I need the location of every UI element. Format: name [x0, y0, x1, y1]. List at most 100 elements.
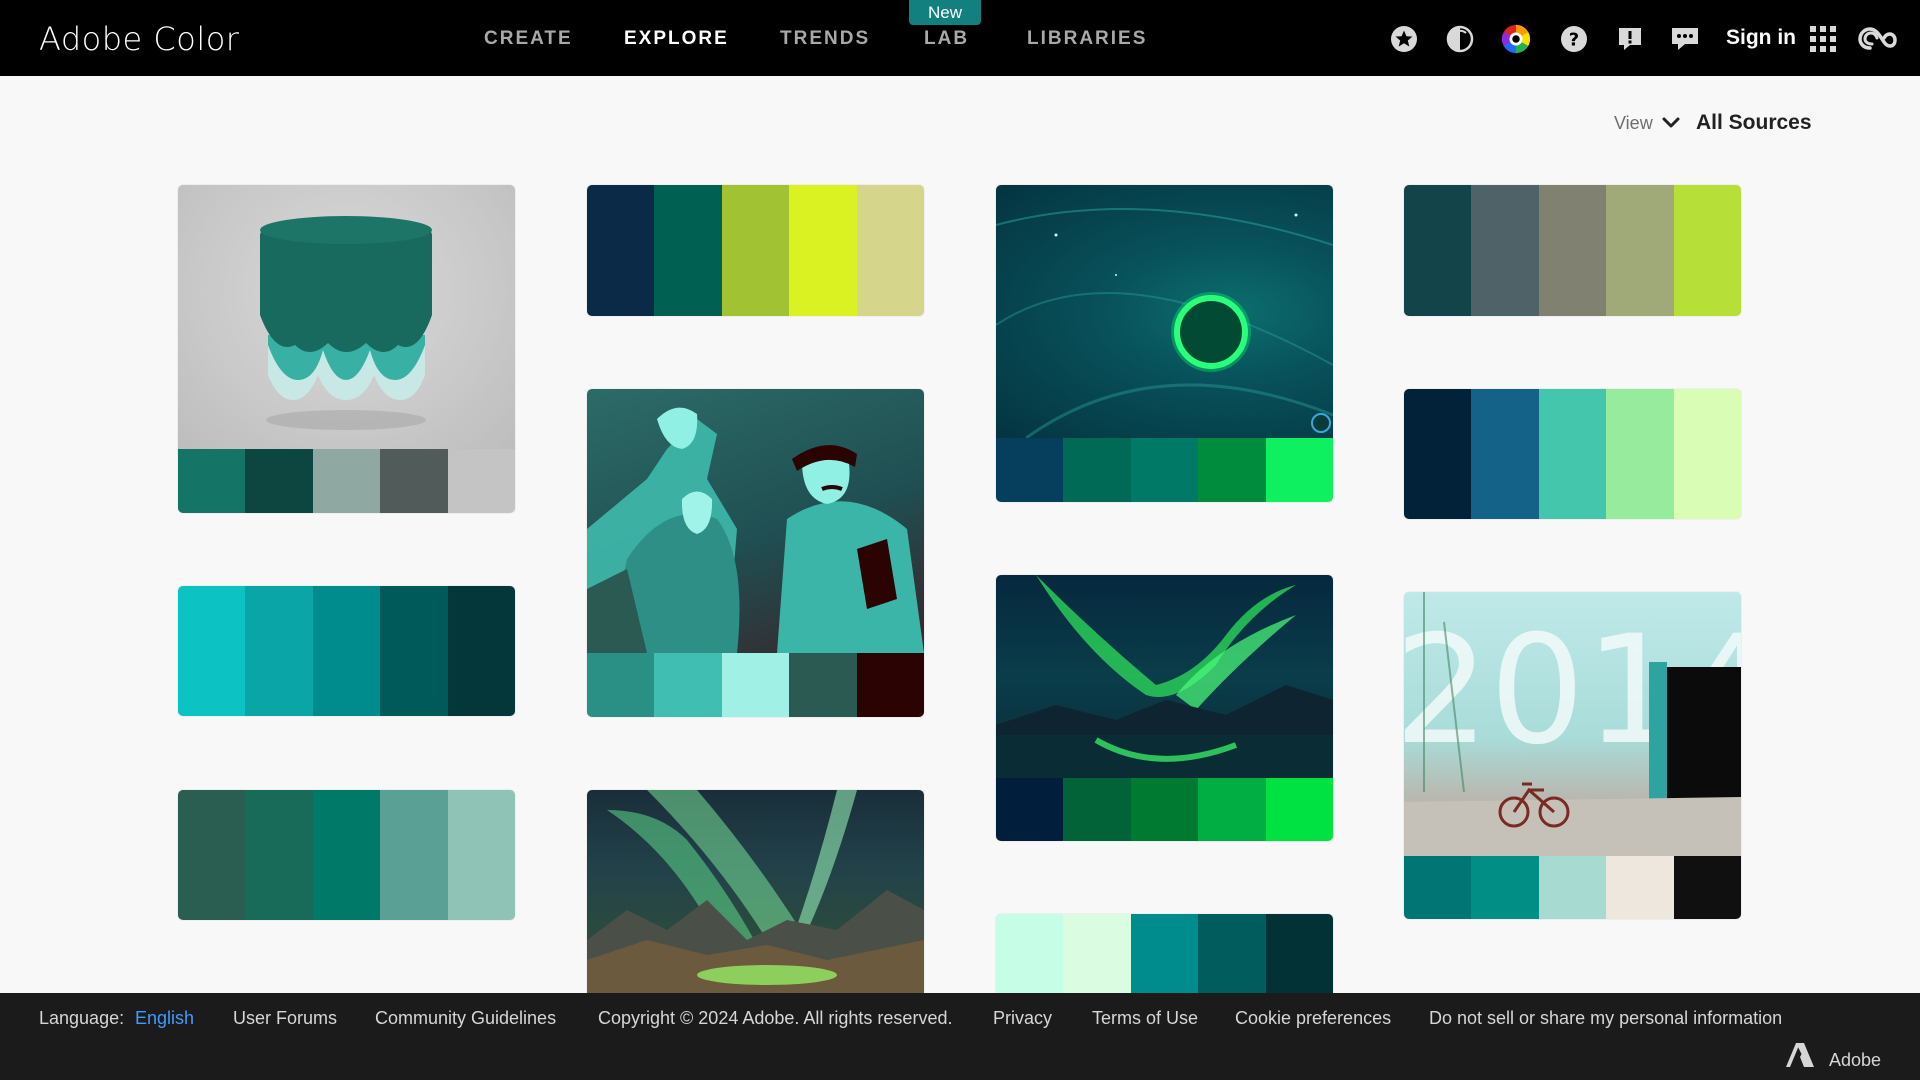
color-swatch[interactable]: [447, 586, 515, 716]
color-swatch[interactable]: [1404, 389, 1472, 519]
color-swatch[interactable]: [245, 790, 313, 920]
palette-card[interactable]: [996, 185, 1333, 502]
palette-card[interactable]: [1404, 389, 1741, 519]
color-swatch[interactable]: [996, 914, 1064, 993]
footer-link-user-forums[interactable]: User Forums: [233, 1008, 337, 1029]
color-swatch[interactable]: [1673, 185, 1741, 316]
color-swatch[interactable]: [178, 449, 246, 513]
color-wheel-icon[interactable]: [1501, 24, 1531, 54]
color-swatch[interactable]: [1471, 389, 1539, 519]
palette-card[interactable]: [996, 914, 1333, 993]
color-swatch[interactable]: [856, 653, 924, 717]
color-swatch[interactable]: [856, 185, 924, 316]
color-swatch[interactable]: [312, 790, 381, 920]
app-switcher-grid-icon[interactable]: [1808, 24, 1838, 54]
color-swatch[interactable]: [1265, 778, 1333, 841]
footer-link-do-not-sell[interactable]: Do not sell or share my personal informa…: [1429, 1008, 1782, 1029]
color-swatch[interactable]: [1471, 185, 1539, 316]
footer-link-cookie-preferences[interactable]: Cookie preferences: [1235, 1008, 1391, 1029]
color-swatch[interactable]: [996, 778, 1064, 841]
report-icon[interactable]: [1615, 24, 1645, 54]
color-swatch[interactable]: [587, 185, 655, 316]
sources-dropdown[interactable]: All Sources: [1696, 111, 1812, 135]
color-swatch[interactable]: [1198, 438, 1266, 502]
chevron-down-icon[interactable]: [1660, 112, 1682, 134]
color-swatch[interactable]: [1063, 778, 1131, 841]
color-swatch[interactable]: [1404, 856, 1472, 919]
color-swatch[interactable]: [1265, 438, 1333, 502]
palette-card[interactable]: [587, 790, 924, 993]
footer-link-privacy[interactable]: Privacy: [993, 1008, 1052, 1029]
color-swatch[interactable]: [1538, 185, 1607, 316]
palette-card[interactable]: [587, 389, 924, 717]
color-swatch[interactable]: [312, 586, 381, 716]
color-swatch[interactable]: [1198, 778, 1266, 841]
palette-card[interactable]: [178, 185, 515, 513]
color-swatch[interactable]: [1130, 914, 1199, 993]
color-swatch[interactable]: [1130, 438, 1199, 502]
color-swatch[interactable]: [1063, 914, 1131, 993]
color-swatch[interactable]: [447, 449, 515, 513]
color-swatch[interactable]: [1265, 914, 1333, 993]
palette-card[interactable]: [178, 586, 515, 716]
sign-in-button[interactable]: Sign in: [1726, 26, 1796, 50]
color-swatch[interactable]: [1673, 389, 1741, 519]
swatch-strip: [1404, 856, 1741, 919]
color-swatch[interactable]: [721, 653, 790, 717]
swatch-strip: [1404, 185, 1741, 316]
contrast-icon[interactable]: [1445, 24, 1475, 54]
green-planet-image: [996, 185, 1333, 438]
app-title[interactable]: Adobe Color: [39, 20, 239, 58]
color-swatch[interactable]: [1404, 185, 1472, 316]
color-swatch[interactable]: [1606, 185, 1674, 316]
palette-card[interactable]: [178, 790, 515, 920]
palette-card[interactable]: [1404, 185, 1741, 316]
color-swatch[interactable]: [1538, 389, 1607, 519]
color-swatch[interactable]: [1471, 856, 1539, 919]
color-swatch[interactable]: [1198, 914, 1266, 993]
color-swatch[interactable]: [312, 449, 381, 513]
color-swatch[interactable]: [1063, 438, 1131, 502]
color-swatch[interactable]: [380, 586, 448, 716]
color-swatch[interactable]: [996, 438, 1064, 502]
color-swatch[interactable]: [380, 449, 448, 513]
help-icon[interactable]: ?: [1559, 24, 1589, 54]
feedback-icon[interactable]: [1670, 24, 1700, 54]
color-swatch[interactable]: [721, 185, 790, 316]
color-swatch[interactable]: [789, 185, 857, 316]
swatch-strip: [996, 778, 1333, 841]
color-swatch[interactable]: [245, 586, 313, 716]
color-swatch[interactable]: [178, 790, 246, 920]
nav-explore[interactable]: EXPLORE: [624, 28, 729, 50]
footer-link-terms[interactable]: Terms of Use: [1092, 1008, 1198, 1029]
favorites-star-icon[interactable]: [1389, 24, 1419, 54]
palette-card[interactable]: 2014: [1404, 592, 1741, 919]
svg-text:?: ?: [1569, 30, 1579, 51]
nav-create[interactable]: CREATE: [484, 28, 573, 50]
creative-cloud-icon[interactable]: [1858, 24, 1898, 54]
color-swatch[interactable]: [1673, 856, 1741, 919]
color-swatch[interactable]: [1606, 389, 1674, 519]
nav-lab[interactable]: LAB: [924, 28, 969, 50]
swatch-strip: [1404, 389, 1741, 519]
color-swatch[interactable]: [1538, 856, 1607, 919]
color-swatch[interactable]: [789, 653, 857, 717]
footer-link-community-guidelines[interactable]: Community Guidelines: [375, 1008, 556, 1029]
color-swatch[interactable]: [245, 449, 313, 513]
color-swatch[interactable]: [380, 790, 448, 920]
swatch-strip: [178, 790, 515, 920]
footer-bar: [0, 993, 1920, 1080]
color-swatch[interactable]: [178, 586, 246, 716]
color-swatch[interactable]: [447, 790, 515, 920]
language-selector[interactable]: English: [135, 1008, 194, 1029]
color-swatch[interactable]: [654, 185, 722, 316]
palette-card[interactable]: [996, 575, 1333, 841]
color-swatch[interactable]: [654, 653, 722, 717]
color-swatch[interactable]: [1130, 778, 1199, 841]
palette-card[interactable]: [587, 185, 924, 316]
color-swatch[interactable]: [587, 653, 655, 717]
nav-libraries[interactable]: LIBRARIES: [1027, 28, 1147, 50]
teal-illustration-image: [587, 389, 924, 653]
color-swatch[interactable]: [1606, 856, 1674, 919]
nav-trends[interactable]: TRENDS: [780, 28, 870, 50]
